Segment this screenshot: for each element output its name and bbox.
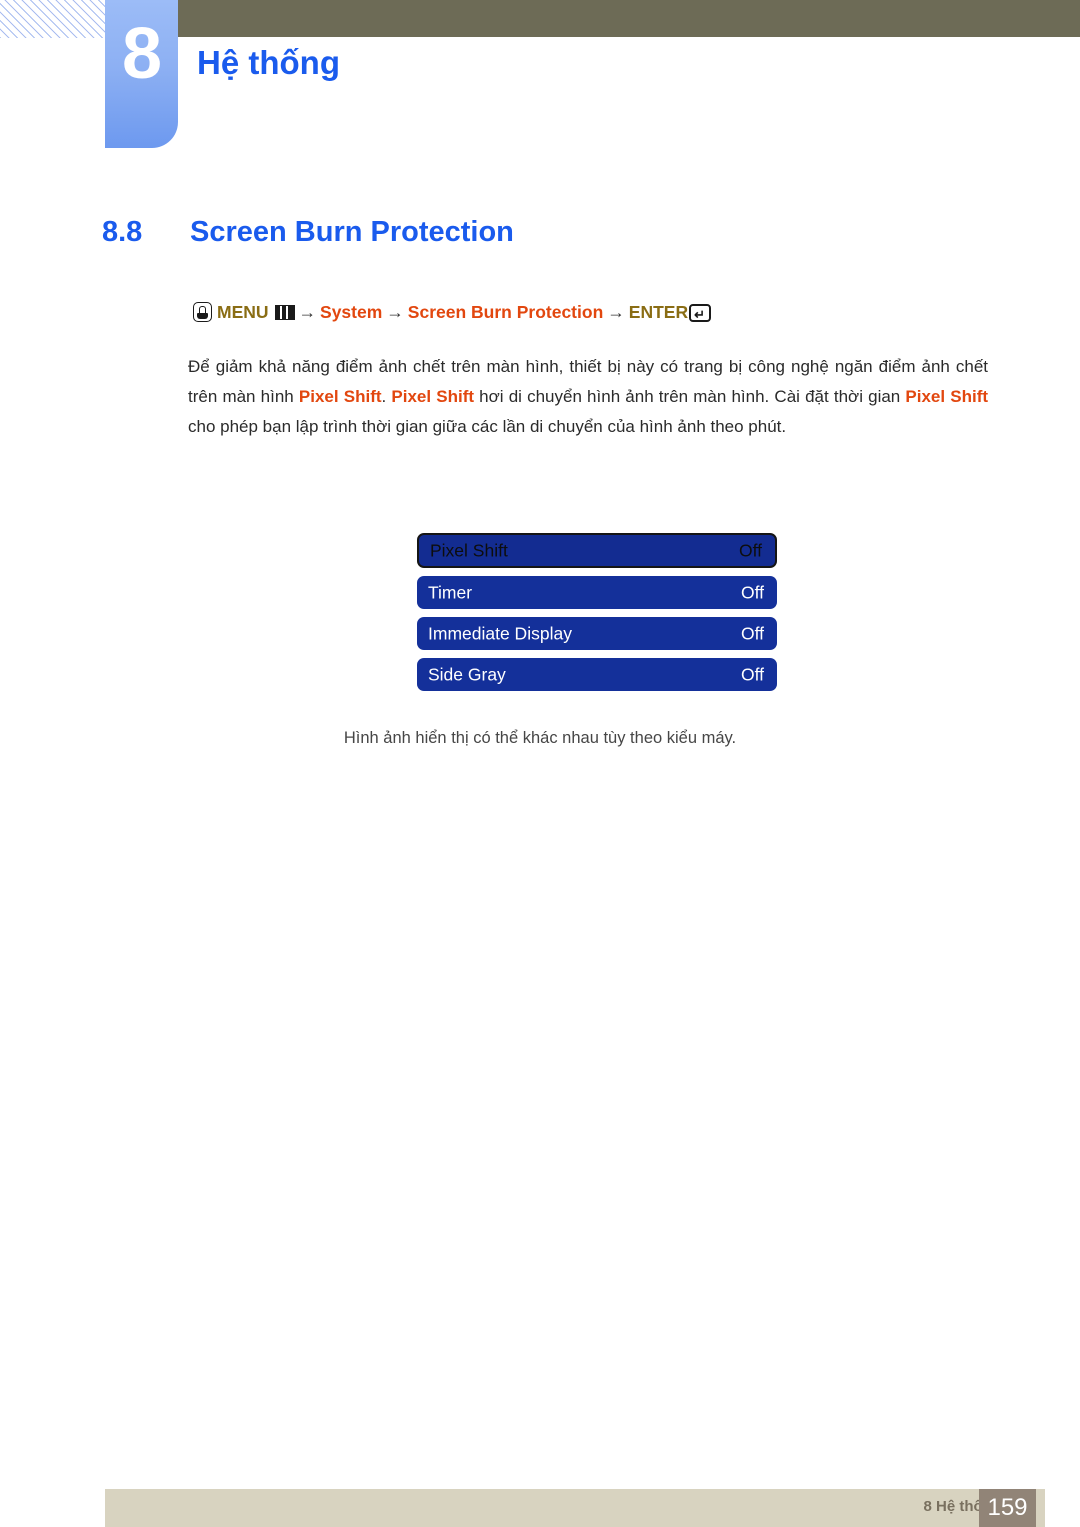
menu-label: MENU [217, 302, 269, 322]
footer-page-number: 159 [987, 1494, 1028, 1521]
osd-row-label: Timer [428, 582, 473, 602]
body-text-part-3: hơi di chuyển hình ảnh trên màn hình. Cà… [474, 387, 906, 406]
breadcrumb-item-screen-burn-protection: Screen Burn Protection [407, 302, 604, 322]
breadcrumb-arrow-3: → [607, 302, 625, 322]
osd-row-value: Off [740, 582, 764, 602]
breadcrumb-arrow-2: → [386, 302, 404, 322]
footer-bar [105, 1489, 1045, 1527]
osd-row-label: Immediate Display [428, 623, 572, 643]
figure-caption: Hình ảnh hiển thị có thể khác nhau tùy t… [343, 729, 737, 747]
osd-row-value: Off [740, 664, 764, 684]
section-number: 8.8 [102, 216, 143, 248]
enter-return-icon: ↵ [689, 304, 712, 322]
menu-bars-icon [274, 305, 295, 320]
breadcrumb-arrow-1: → [298, 302, 317, 322]
osd-row-label: Side Gray [428, 664, 506, 684]
chapter-title: Hệ thống [197, 44, 340, 81]
section-title: Screen Burn Protection [190, 216, 514, 248]
breadcrumb: MENU → System → Screen Burn Protection → ENTER… [193, 300, 712, 324]
osd-menu: Pixel Shift Off Timer Off Immediate Disp… [417, 533, 777, 699]
osd-row-value: Off [740, 623, 764, 643]
page-title: 8.8 Screen Burn Protection [102, 216, 514, 249]
osd-row-label: Pixel Shift [430, 540, 508, 560]
body-text-part-2: . [381, 387, 392, 406]
header-diagonal-stripes-icon [0, 0, 106, 38]
body-highlight-1: Pixel Shift [298, 387, 382, 406]
chapter-badge: 8 [105, 0, 178, 148]
osd-row-side-gray[interactable]: Side Gray Off [417, 658, 777, 691]
chapter-number: 8 [121, 14, 162, 94]
body-highlight-3: Pixel Shift [905, 387, 989, 406]
osd-row-pixel-shift[interactable]: Pixel Shift Off [417, 533, 777, 568]
header-olive-bar [178, 0, 1080, 37]
body-highlight-2: Pixel Shift [391, 387, 475, 406]
osd-row-value: Off [738, 540, 762, 560]
hand-press-icon [193, 302, 212, 322]
osd-row-timer[interactable]: Timer Off [417, 576, 777, 609]
body-paragraph: Để giảm khả năng điểm ảnh chết trên màn … [188, 352, 988, 442]
body-text-part-4: cho phép bạn lập trình thời gian giữa cá… [188, 417, 787, 436]
enter-label: ENTER [628, 302, 689, 322]
breadcrumb-item-system: System [320, 302, 383, 322]
osd-row-immediate-display[interactable]: Immediate Display Off [417, 617, 777, 650]
